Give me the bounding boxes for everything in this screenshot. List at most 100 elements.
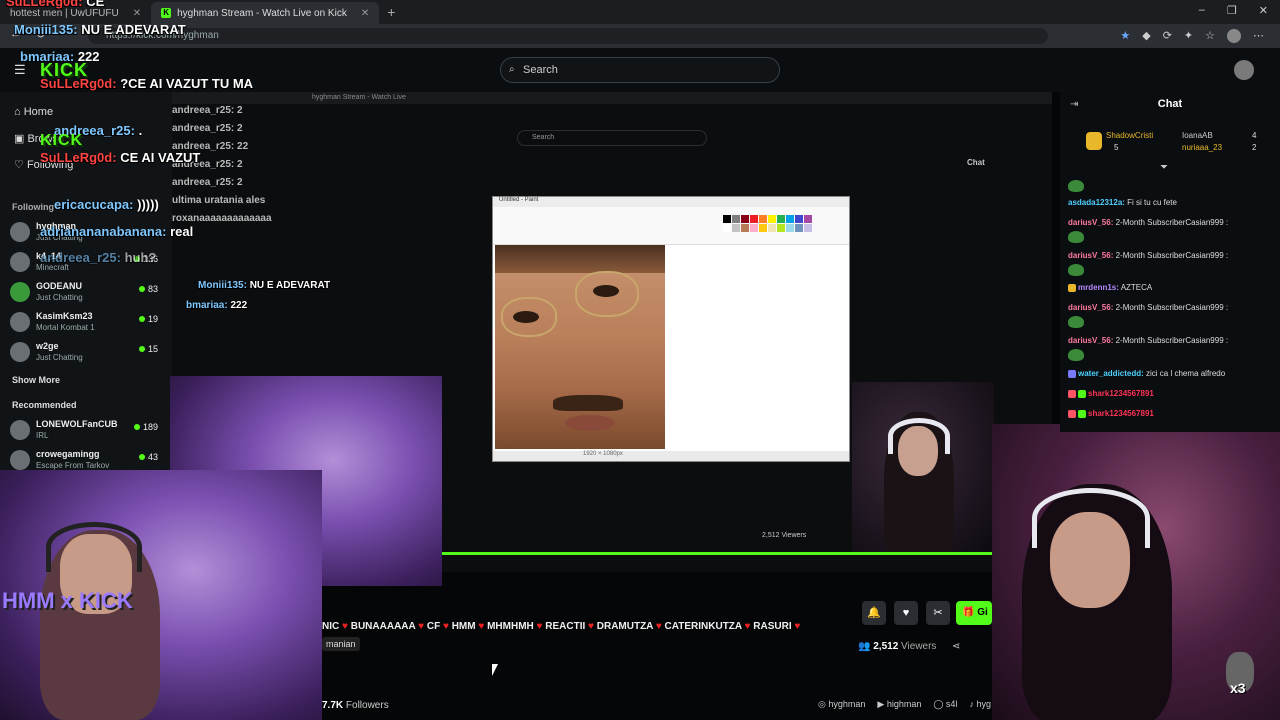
tab-title: hyghman Stream - Watch Live on Kick (177, 7, 347, 19)
sidebar-channel[interactable]: GODEANU Just Chatting 83 (10, 280, 162, 308)
sidebar-channel[interactable]: KasimKsm23 Mortal Kombat 1 19 (10, 310, 162, 338)
viewers-icon: 👥 (858, 641, 871, 652)
nested-chat-line: andreea_r25: 2 (172, 123, 243, 134)
close-tab-icon[interactable]: ✕ (361, 8, 369, 19)
extension-icon[interactable]: ◆ (1142, 29, 1150, 43)
search-input[interactable]: ⌕ Search (500, 57, 780, 83)
sidebar-channel[interactable]: w2ge Just Chatting 15 (10, 340, 162, 368)
close-tab-icon[interactable]: ✕ (133, 8, 141, 19)
user-avatar[interactable] (1234, 60, 1254, 80)
channel-category: Just Chatting (36, 293, 83, 302)
channel-avatar (10, 282, 30, 302)
multiplier-badge: x3 (1230, 680, 1246, 696)
share-icon[interactable]: ⋖ (952, 641, 960, 652)
social-link[interactable]: ♪ hyg (969, 699, 991, 710)
notification-bell-icon[interactable]: 🔔 (862, 601, 886, 625)
browser-tab-2[interactable]: K hyghman Stream - Watch Live on Kick ✕ (151, 2, 380, 24)
hamburger-icon[interactable]: ☰ (14, 62, 26, 78)
social-links: ◎ hyghman ▶ highman ◯ s4l ♪ hyg (818, 699, 991, 710)
overlay-chat-line: bmariaa: 222 (186, 300, 248, 311)
chat-message: dariusV_56: 2-Month SubscriberCasian999 … (1068, 336, 1229, 345)
nested-search-text: Search (532, 134, 555, 141)
channel-name: LONEWOLFanCUB (36, 419, 118, 429)
channel-name: GODEANU (36, 281, 83, 291)
overlay-chat-line: Moniii135: NU E ADEVARAT (198, 280, 331, 291)
gift-button[interactable]: 🎁 Gi (956, 601, 992, 625)
overlay-chat-line: SuLLeRg0d: CE (6, 0, 105, 9)
gifter-name: ShadowCristi (1106, 131, 1154, 140)
overlay-chat-line: andreea_r25: huh? (40, 250, 157, 265)
nav-label: Home (23, 106, 54, 118)
url-field[interactable]: https://kick.com/hyghman (88, 28, 1048, 44)
nested-overlay-chat: andreea_r25: 2 andreea_r25: 2 andreea_r2… (172, 102, 302, 228)
color-palette (723, 215, 812, 232)
watermark-text: HMM x KICK (2, 588, 133, 613)
chat-message: water_addictedd: zici ca l chema alfredo (1068, 369, 1225, 378)
menu-icon[interactable]: ⋯ (1253, 29, 1264, 43)
chat-emote-row (1068, 231, 1084, 243)
profile-avatar[interactable] (1227, 29, 1241, 43)
nav-home[interactable]: ⌂ Home (14, 106, 53, 118)
channel-avatar (10, 420, 30, 440)
nested-viewers: 2,512 Viewers (762, 532, 807, 539)
paint-title: Untitled - Paint (493, 197, 849, 207)
viewer-count: 83 (138, 284, 158, 294)
chat-emote-row (1068, 180, 1084, 192)
tab-title: hottest men | UwUFUFU (10, 7, 119, 19)
gifter-count: 4 (1252, 131, 1257, 140)
nested-chat-line: ultima uratania ales (172, 195, 266, 206)
chevron-down-icon[interactable]: ⏷ (1160, 162, 1168, 173)
follow-heart-icon[interactable]: ♥ (894, 601, 918, 625)
extension-icon[interactable]: ⟳ (1163, 29, 1172, 43)
channel-name: crowegamingg (36, 449, 100, 459)
browser-tab-bar: hottest men | UwUFUFU ✕ K hyghman Stream… (0, 0, 1280, 24)
star-icon[interactable]: ★ (1120, 29, 1130, 43)
extension-icons: ★ ◆ ⟳ ✦ ☆ ⋯ (1120, 29, 1264, 43)
show-more-link[interactable]: Show More (12, 375, 60, 385)
channel-avatar (10, 342, 30, 362)
gifter-count: 5 (1114, 143, 1119, 152)
clip-icon[interactable]: ✂ (926, 601, 950, 625)
category-tag[interactable]: manian (322, 637, 360, 651)
search-icon: ⌕ (509, 64, 515, 75)
nested-tab-bar: hyghman Stream - Watch Live (172, 92, 1052, 104)
window-controls: – ❐ ✕ (1199, 4, 1268, 17)
chat-message: mrdenn1s: AZTECA (1068, 283, 1152, 292)
social-link[interactable]: ◎ hyghman (818, 699, 865, 710)
browse-icon: ▣ (14, 133, 25, 145)
chat-message: shark1234567891 (1068, 409, 1154, 418)
close-window-icon[interactable]: ✕ (1259, 4, 1268, 17)
channel-avatar (10, 450, 30, 470)
minimize-icon[interactable]: – (1199, 4, 1205, 17)
viewer-count: 19 (138, 314, 158, 324)
chat-message: asdada12312a: Fi si tu cu fete (1068, 198, 1177, 207)
gifter-count: 2 (1252, 143, 1257, 152)
channel-name: KasimKsm23 (36, 311, 93, 321)
nested-chat-line: andreea_r25: 2 (172, 105, 243, 116)
sidebar-channel[interactable]: LONEWOLFanCUB IRL 189 (10, 418, 162, 446)
pepe-emote-icon (1068, 349, 1084, 361)
social-link[interactable]: ▶ highman (877, 699, 921, 710)
overlay-chat-line: ericacucapa: ))))) (54, 197, 159, 212)
paint-ribbon (493, 207, 849, 245)
kick-logo: KICK (40, 132, 84, 149)
screen: hottest men | UwUFUFU ✕ K hyghman Stream… (0, 0, 1280, 720)
channel-category: Mortal Kombat 1 (36, 323, 95, 332)
face-image (495, 245, 665, 449)
chat-message: dariusV_56: 2-Month SubscriberCasian999 … (1068, 251, 1229, 260)
webcam-guest-large: x3 (992, 424, 1280, 720)
overlay-chat-line: adrianananabanana: real (40, 224, 194, 239)
mouse-cursor-icon (492, 664, 498, 676)
new-tab-icon[interactable]: + (387, 4, 395, 20)
viewer-count: 43 (138, 452, 158, 462)
puzzle-icon[interactable]: ✦ (1184, 29, 1193, 43)
paint-status-bar: 1920 × 1080px (493, 451, 849, 461)
heart-icon: ♡ (14, 159, 24, 171)
chat-emote-row (1068, 349, 1084, 361)
maximize-icon[interactable]: ❐ (1227, 4, 1237, 17)
top-gifters: ShadowCristi 5 IoanaAB 4 nuriaaa_23 2 (1082, 128, 1272, 158)
favorites-icon[interactable]: ☆ (1205, 29, 1215, 43)
social-link[interactable]: ◯ s4l (933, 699, 957, 710)
chat-message: dariusV_56: 2-Month SubscriberCasian999 … (1068, 303, 1229, 312)
pepe-emote-icon (1068, 316, 1084, 328)
